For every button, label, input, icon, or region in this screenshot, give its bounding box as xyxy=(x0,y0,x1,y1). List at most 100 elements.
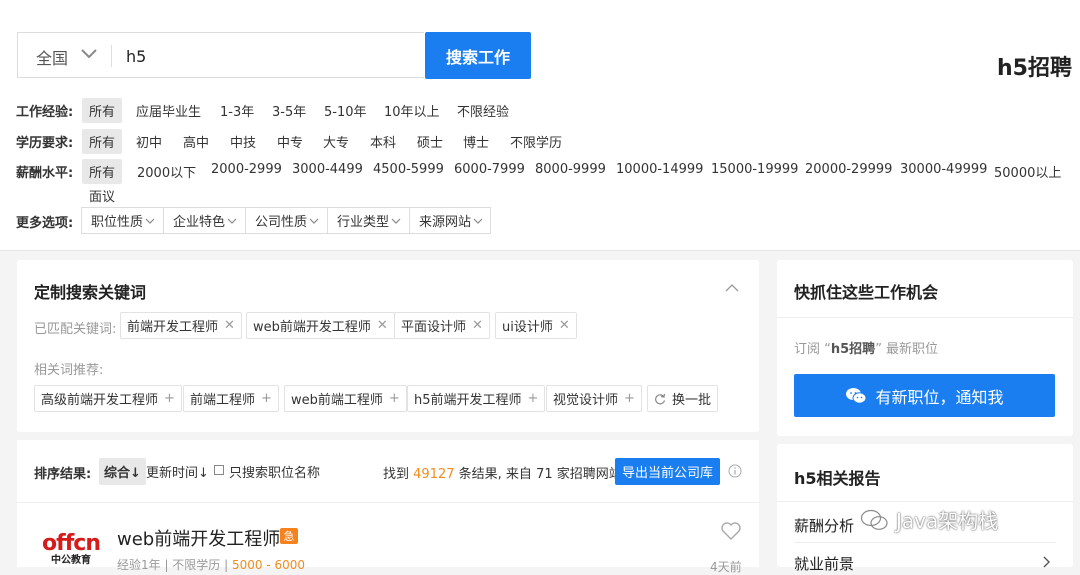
filter-option[interactable]: 50000以上 xyxy=(987,159,1068,184)
dropdown-source-site[interactable]: 来源网站 xyxy=(409,207,491,234)
plus-icon[interactable]: + xyxy=(624,391,635,406)
filter-option[interactable]: 高中 xyxy=(176,129,216,154)
filter-option[interactable]: 所有 xyxy=(82,98,123,123)
filter-option[interactable]: 所有 xyxy=(82,129,123,154)
plus-icon[interactable]: + xyxy=(261,391,272,406)
dropdown-label: 企业特色 xyxy=(173,215,226,230)
related-tag[interactable]: 视觉设计师 + xyxy=(546,385,642,412)
refresh-label: 换一批 xyxy=(672,393,712,408)
company-logo: offcn 中公教育 xyxy=(41,533,101,567)
related-tag[interactable]: h5前端开发工程师 + xyxy=(407,385,546,412)
job-title[interactable]: web前端开发工程师 xyxy=(117,525,280,551)
related-tag[interactable]: 高级前端开发工程师 + xyxy=(34,385,182,412)
chevron-down-icon xyxy=(145,218,155,224)
dropdown-company-type[interactable]: 公司性质 xyxy=(245,207,328,234)
company-logo-text: offcn xyxy=(42,531,101,556)
title-only-checkbox[interactable] xyxy=(214,465,224,475)
close-icon[interactable]: ✕ xyxy=(377,318,388,333)
matched-label: 已匹配关键词: xyxy=(34,322,117,337)
filter-option[interactable]: 10000-14999 xyxy=(609,159,710,180)
report-item[interactable]: 薪酬分析 xyxy=(794,515,854,536)
result-summary: 找到 49127 条结果, 来自 71 家招聘网站 xyxy=(383,463,622,482)
filter-option[interactable]: 面议 xyxy=(82,183,122,208)
result-prefix: 找到 xyxy=(383,467,410,482)
report-item[interactable]: 就业前景 xyxy=(794,553,854,574)
plus-icon[interactable]: + xyxy=(389,391,400,406)
result-count: 49127 xyxy=(413,467,455,482)
search-button[interactable]: 搜索工作 xyxy=(425,32,531,79)
filter-row-experience: 工作经验: 所有 应届毕业生 1-3年 3-5年 5-10年 10年以上 不限经… xyxy=(16,98,1076,123)
tag-label: 视觉设计师 xyxy=(553,393,619,408)
filter-option[interactable]: 硕士 xyxy=(410,129,450,154)
dropdown-label: 职位性质 xyxy=(91,215,144,230)
tag-label: 平面设计师 xyxy=(401,320,467,335)
related-tag[interactable]: web前端工程师 + xyxy=(284,385,407,412)
filter-option[interactable]: 初中 xyxy=(129,129,169,154)
filter-option[interactable]: 5-10年 xyxy=(317,98,374,123)
filter-option[interactable]: 不限学历 xyxy=(503,129,569,154)
chevron-right-icon[interactable] xyxy=(1043,556,1051,568)
chevron-down-icon[interactable] xyxy=(80,47,98,61)
filter-option[interactable]: 中技 xyxy=(223,129,263,154)
matched-tag: 前端开发工程师 ✕ xyxy=(120,312,242,339)
filter-option[interactable]: 4500-5999 xyxy=(366,159,451,180)
export-button[interactable]: 导出当前公司库 xyxy=(615,458,720,485)
heart-icon[interactable] xyxy=(720,521,742,541)
page-title: h5招聘 xyxy=(997,56,1072,81)
filter-option[interactable]: 10年以上 xyxy=(377,98,447,123)
filter-option[interactable]: 15000-19999 xyxy=(704,159,805,180)
job-list-item[interactable]: offcn 中公教育 web前端开发工程师 急 经验1年 | 不限学历 | 50… xyxy=(17,503,759,574)
dropdown-company-feature[interactable]: 企业特色 xyxy=(163,207,246,234)
filter-option[interactable]: 30000-49999 xyxy=(893,159,994,180)
subscribe-title: 快抓住这些工作机会 xyxy=(794,283,939,302)
filter-option[interactable]: 2000-2999 xyxy=(204,159,289,180)
subscribe-prefix: 订阅 “ xyxy=(794,342,831,357)
filter-option[interactable]: 所有 xyxy=(82,159,123,184)
info-icon[interactable] xyxy=(728,464,742,478)
close-icon[interactable]: ✕ xyxy=(472,318,483,333)
search-input[interactable] xyxy=(126,43,406,69)
watermark: Java架构栈 xyxy=(860,505,998,534)
subscribe-suffix: ” 最新职位 xyxy=(875,342,939,357)
filter-option[interactable]: 中专 xyxy=(270,129,310,154)
filter-row-salary: 薪酬水平: 所有 2000以下 2000-2999 3000-4499 4500… xyxy=(16,159,1076,205)
dropdown-label: 公司性质 xyxy=(255,215,308,230)
filter-option[interactable]: 博士 xyxy=(456,129,496,154)
chevron-up-icon[interactable] xyxy=(725,283,739,293)
filter-option[interactable]: 不限经验 xyxy=(450,98,516,123)
close-icon[interactable]: ✕ xyxy=(224,318,235,333)
filter-option[interactable]: 3-5年 xyxy=(265,98,313,123)
checkbox-label: 只搜索职位名称 xyxy=(229,466,321,481)
sort-option-default[interactable]: 综合↓ xyxy=(99,458,146,485)
filter-option[interactable]: 8000-9999 xyxy=(528,159,613,180)
dropdown-label: 行业类型 xyxy=(337,215,390,230)
chevron-down-icon xyxy=(309,218,319,224)
job-meta: 经验1年 | 不限学历 | 5000 - 6000 xyxy=(117,556,305,573)
filter-option[interactable]: 2000以下 xyxy=(130,159,203,184)
dropdown-industry[interactable]: 行业类型 xyxy=(327,207,410,234)
filter-option[interactable]: 本科 xyxy=(363,129,403,154)
reports-title: h5相关报告 xyxy=(794,469,881,488)
filter-option[interactable]: 3000-4499 xyxy=(285,159,370,180)
notify-label: 有新职位，通知我 xyxy=(875,387,1004,407)
job-salary: 5000 - 6000 xyxy=(232,558,306,572)
filter-option[interactable]: 20000-29999 xyxy=(798,159,899,180)
divider xyxy=(111,45,112,67)
filter-option[interactable]: 大专 xyxy=(316,129,356,154)
plus-icon[interactable]: + xyxy=(164,391,175,406)
dropdown-job-type[interactable]: 职位性质 xyxy=(81,207,164,234)
filter-row-education: 学历要求: 所有 初中 高中 中技 中专 大专 本科 硕士 博士 不限学历 xyxy=(16,129,1076,154)
notify-button[interactable]: 有新职位，通知我 xyxy=(794,374,1055,417)
refresh-button[interactable]: 换一批 xyxy=(647,385,719,412)
plus-icon[interactable]: + xyxy=(528,391,539,406)
related-tag[interactable]: 前端工程师 + xyxy=(183,385,279,412)
filter-label: 更多选项: xyxy=(16,216,74,231)
dropdown-label: 来源网站 xyxy=(419,215,472,230)
sort-option-time[interactable]: 更新时间↓ xyxy=(146,462,209,481)
close-icon[interactable]: ✕ xyxy=(559,318,570,333)
city-selector[interactable]: 全国 xyxy=(36,45,68,69)
filter-option[interactable]: 1-3年 xyxy=(213,98,261,123)
subscribe-keyword: h5招聘 xyxy=(830,342,876,357)
filter-option[interactable]: 6000-7999 xyxy=(447,159,532,180)
filter-option[interactable]: 应届毕业生 xyxy=(129,98,208,123)
